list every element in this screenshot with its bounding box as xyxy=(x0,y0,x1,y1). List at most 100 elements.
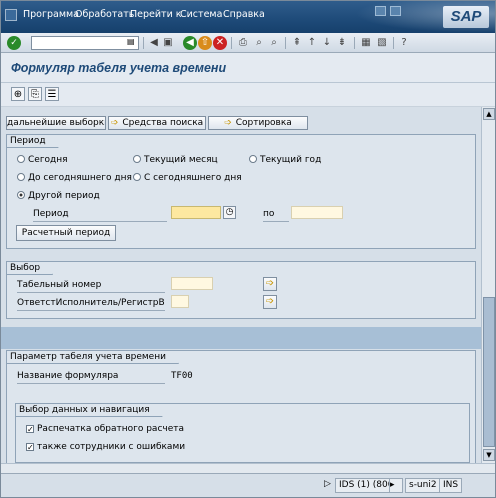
radio-other-period[interactable]: Другой период xyxy=(17,191,100,202)
checkmark-icon: ✓ xyxy=(26,425,34,434)
separator xyxy=(231,37,232,49)
first-page-icon[interactable]: ⇞ xyxy=(290,36,304,50)
label-underline xyxy=(17,292,165,293)
print-icon[interactable]: ⎙ xyxy=(236,36,250,50)
system-menu-icon[interactable] xyxy=(5,9,17,21)
search-help-button[interactable]: ➩ Средства поиска xyxy=(108,116,206,130)
radio-circle xyxy=(249,155,257,163)
sap-window: Программа Обработать Перейти к Система С… xyxy=(0,0,496,498)
radio-until-today-label: До сегодняшнего дня xyxy=(28,173,132,183)
menu-program[interactable]: Программа xyxy=(23,9,79,20)
status-mode: INS xyxy=(439,478,463,493)
command-field[interactable] xyxy=(31,36,139,50)
separator xyxy=(143,37,144,49)
separator xyxy=(393,37,394,49)
find-icon[interactable]: ⌕ xyxy=(252,36,266,50)
menu-system[interactable]: Система xyxy=(180,9,222,20)
radio-other-period-label: Другой период xyxy=(28,191,100,201)
separator xyxy=(354,37,355,49)
radio-current-year-label: Текущий год xyxy=(260,155,322,165)
maximize-icon[interactable] xyxy=(390,6,401,16)
shortcut-icon[interactable]: ▧ xyxy=(375,36,389,50)
enter-check-icon[interactable]: ✓ xyxy=(7,36,21,50)
period-from-field[interactable] xyxy=(171,206,221,219)
radio-circle-selected xyxy=(17,191,25,199)
execute-icon[interactable]: ⊕ xyxy=(11,87,25,101)
separator xyxy=(285,37,286,49)
find-next-icon[interactable]: ⌕ xyxy=(267,36,281,50)
form-name-value[interactable]: TF00 xyxy=(171,370,193,382)
new-session-icon[interactable]: ▦ xyxy=(359,36,373,50)
last-page-icon[interactable]: ⇟ xyxy=(335,36,349,50)
radio-circle xyxy=(17,173,25,181)
radio-from-today-label: С сегодняшнего дня xyxy=(144,173,242,183)
cancel-icon[interactable]: ✕ xyxy=(213,36,227,50)
period-group-title: Период xyxy=(7,135,59,148)
multiple-selection-icon[interactable]: ➩ xyxy=(263,295,277,309)
command-history-icon[interactable]: ▤ xyxy=(127,37,135,46)
arrow-right-icon: ➩ xyxy=(110,118,119,128)
radio-today[interactable]: Сегодня xyxy=(17,155,68,166)
scroll-up-icon[interactable]: ▲ xyxy=(483,108,495,120)
page-title: Формуляр табеля учета времени xyxy=(11,61,227,75)
period-to-field[interactable] xyxy=(291,206,343,219)
back-icon[interactable]: ◀ xyxy=(183,36,197,50)
sort-label: Сортировка xyxy=(235,118,292,128)
responsible-field[interactable] xyxy=(171,295,189,308)
sort-button[interactable]: ➩ Сортировка xyxy=(208,116,308,130)
selection-group-title: Выбор xyxy=(7,262,53,275)
previous-page-icon[interactable]: ↑ xyxy=(305,36,319,50)
status-expand-icon[interactable]: ▷ xyxy=(321,478,334,493)
scroll-thumb[interactable] xyxy=(483,297,495,447)
radio-circle xyxy=(17,155,25,163)
multiple-selection-icon[interactable]: ➩ xyxy=(263,277,277,291)
next-page-icon[interactable]: ↓ xyxy=(320,36,334,50)
form-name-label: Название формуляра xyxy=(17,371,119,381)
with-errors-checkbox[interactable]: ✓ также сотрудники с ошибками xyxy=(26,442,185,453)
standard-toolbar: ✓ ▤ ◀ ▣ ◀ ⇧ ✕ ⎙ ⌕ ⌕ ⇞ ↑ ↓ ⇟ ▦ ▧ ? xyxy=(1,33,495,53)
personnel-number-field[interactable] xyxy=(171,277,213,290)
vertical-scrollbar[interactable]: ▲ ▼ xyxy=(481,107,495,463)
payroll-period-button[interactable]: Расчетный период xyxy=(16,225,116,241)
menu-bar: Программа Обработать Перейти к Система С… xyxy=(1,1,495,33)
status-info-icon[interactable]: ▸ xyxy=(389,478,403,493)
radio-from-today[interactable]: С сегодняшнего дня xyxy=(133,173,242,184)
menu-goto[interactable]: Перейти к xyxy=(130,9,182,20)
status-server: s-uni2 xyxy=(405,478,441,493)
sap-logo: SAP xyxy=(443,6,489,28)
further-selections-button[interactable]: дальнейшие выборки xyxy=(6,116,106,130)
help-icon[interactable]: ? xyxy=(397,36,411,50)
radio-circle xyxy=(133,155,141,163)
radio-current-month[interactable]: Текущий месяц xyxy=(133,155,218,166)
menu-edit[interactable]: Обработать xyxy=(75,9,134,20)
radio-circle xyxy=(133,173,141,181)
label-underline xyxy=(17,310,165,311)
radio-current-year[interactable]: Текущий год xyxy=(249,155,321,166)
print-reverse-checkbox[interactable]: ✓ Распечатка обратного расчета xyxy=(26,424,184,435)
calendar-icon[interactable]: ◷ xyxy=(223,206,236,219)
period-group: Период Сегодня Текущий месяц Текущий год… xyxy=(6,134,476,249)
application-toolbar: ⊕ ⎘ ☰ xyxy=(1,83,495,107)
responsible-label: ОтветстИсполнитель/РегистрВ xyxy=(17,298,165,308)
label-underline xyxy=(17,383,165,384)
variants-icon[interactable]: ⎘ xyxy=(28,87,42,101)
timesheet-params-group-title: Параметр табеля учета времени xyxy=(7,351,179,364)
data-navigation-group: Выбор данных и навигация ✓ Распечатка обр… xyxy=(15,403,470,463)
timesheet-params-group: Параметр табеля учета времени Название ф… xyxy=(6,350,476,463)
save-icon[interactable]: ▣ xyxy=(161,36,175,50)
radio-until-today[interactable]: До сегодняшнего дня xyxy=(17,173,132,184)
scroll-down-icon[interactable]: ▼ xyxy=(483,449,495,461)
back-arrow-icon[interactable]: ◀ xyxy=(147,36,161,50)
horizontal-scrollbar[interactable] xyxy=(1,463,495,473)
menu-help[interactable]: Справка xyxy=(223,9,265,20)
screen-band xyxy=(1,327,481,349)
radio-current-month-label: Текущий месяц xyxy=(144,155,218,165)
data-navigation-group-title: Выбор данных и навигация xyxy=(16,404,163,417)
exit-icon[interactable]: ⇧ xyxy=(198,36,212,50)
search-help-label: Средства поиска xyxy=(122,118,204,128)
minimize-icon[interactable] xyxy=(375,6,386,16)
selection-options-icon[interactable]: ☰ xyxy=(45,87,59,101)
selection-group: Выбор Табельный номер ➩ ОтветстИсполните… xyxy=(6,261,476,319)
selection-screen: дальнейшие выборки ➩ Средства поиска ➩ Сор… xyxy=(1,107,481,463)
with-errors-label: также сотрудники с ошибками xyxy=(37,442,186,452)
